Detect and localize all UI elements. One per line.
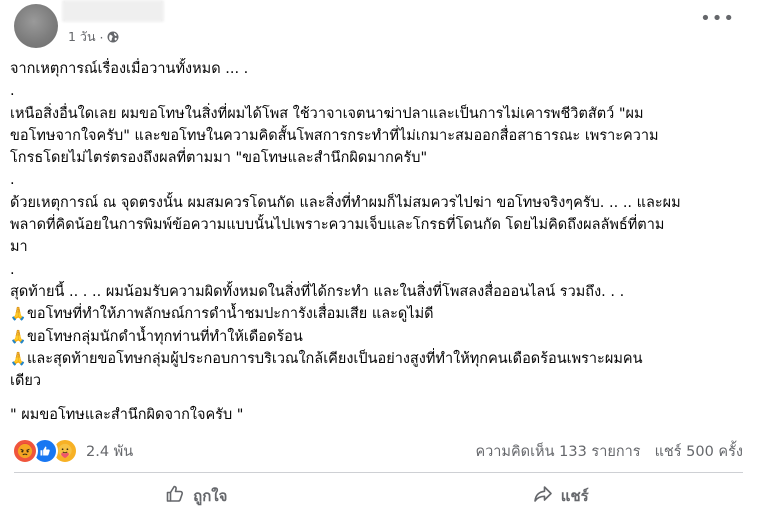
thumbs-up-icon — [165, 484, 185, 508]
folded-hands-emoji-icon: 🙏 — [10, 351, 27, 367]
post-line: . — [10, 261, 15, 278]
apology-item-text: ขอโทษกลุ่มนักดำน้ำทุกท่านที่ทำให้เดือดร้… — [27, 328, 303, 345]
post-actions: ถูกใจ แชร์ — [14, 476, 743, 516]
apology-item-text: และสุดท้ายขอโทษกลุ่มผู้ประกอบการบริเวณใก… — [27, 350, 643, 367]
facebook-post-card: 1 วัน · ••• จากเหตุการณ์เรื่องเมื่อวานทั… — [0, 0, 757, 520]
like-button[interactable]: ถูกใจ — [14, 476, 379, 516]
apology-item: 🙏ขอโทษที่ทำให้ภาพลักษณ์การดำน้ำชมปะการัง… — [10, 303, 745, 325]
globe-icon[interactable] — [107, 31, 119, 43]
share-arrow-icon — [533, 484, 553, 508]
meta-separator: · — [99, 29, 104, 45]
post-stats: ความคิดเห็น 133 รายการ แชร์ 500 ครั้ง — [475, 440, 743, 463]
post-text: จากเหตุการณ์เรื่องเมื่อวานทั้งหมด ... . … — [10, 58, 745, 427]
more-options-icon[interactable]: ••• — [700, 10, 735, 28]
post-line: สุดท้ายนี้ .. . .. ผมน้อมรับความผิดทั้งห… — [10, 283, 625, 300]
post-line: มา — [10, 239, 28, 256]
folded-hands-emoji-icon: 🙏 — [10, 329, 27, 345]
reaction-count[interactable]: 2.4 พัน — [86, 440, 133, 463]
comment-count[interactable]: ความคิดเห็น 133 รายการ — [475, 440, 640, 463]
post-line: ด้วยเหตุการณ์ ณ จุดตรงนั้น ผมสมควรโดนกัด… — [10, 194, 681, 211]
author-name-redacted[interactable] — [62, 0, 164, 22]
apology-item-continuation: เดียว — [10, 373, 42, 390]
post-line: เหนือสิ่งอื่นใดเลย ผมขอโทษในสิ่งที่ผมได้… — [10, 105, 644, 122]
post-line: ขอโทษจากใจครับ" และขอโทษในความคิดสั้นโพส… — [10, 127, 659, 144]
share-count[interactable]: แชร์ 500 ครั้ง — [655, 440, 743, 463]
divider — [14, 472, 743, 473]
post-line: . — [10, 172, 15, 189]
angry-reaction-icon — [12, 438, 38, 464]
reactions-summary[interactable]: 2.4 พัน — [12, 438, 133, 464]
post-line: จากเหตุการณ์เรื่องเมื่อวานทั้งหมด ... . — [10, 61, 249, 77]
post-meta: 1 วัน · — [68, 27, 119, 47]
post-line: พลาดที่คิดน้อยในการพิมพ์ข้อความแบบนั้นไป… — [10, 217, 665, 234]
post-line: . — [10, 83, 15, 100]
apology-item-text: ขอโทษที่ทำให้ภาพลักษณ์การดำน้ำชมปะการังเ… — [27, 306, 434, 323]
avatar[interactable] — [14, 4, 58, 48]
apology-item: 🙏ขอโทษกลุ่มนักดำน้ำทุกท่านที่ทำให้เดือดร… — [10, 326, 745, 348]
post-line: โกรธโดยไม่ไตร่ตรองถึงผลที่ตามมา "ขอโทษแล… — [10, 150, 428, 167]
share-button[interactable]: แชร์ — [379, 476, 744, 516]
closing-line: " ผมขอโทษและสำนึกผิดจากใจครับ " — [10, 407, 244, 424]
folded-hands-emoji-icon: 🙏 — [10, 307, 27, 323]
like-button-label: ถูกใจ — [193, 487, 228, 505]
share-button-label: แชร์ — [560, 487, 589, 505]
post-time[interactable]: 1 วัน — [68, 27, 96, 47]
apology-item: 🙏และสุดท้ายขอโทษกลุ่มผู้ประกอบการบริเวณใ… — [10, 348, 745, 370]
